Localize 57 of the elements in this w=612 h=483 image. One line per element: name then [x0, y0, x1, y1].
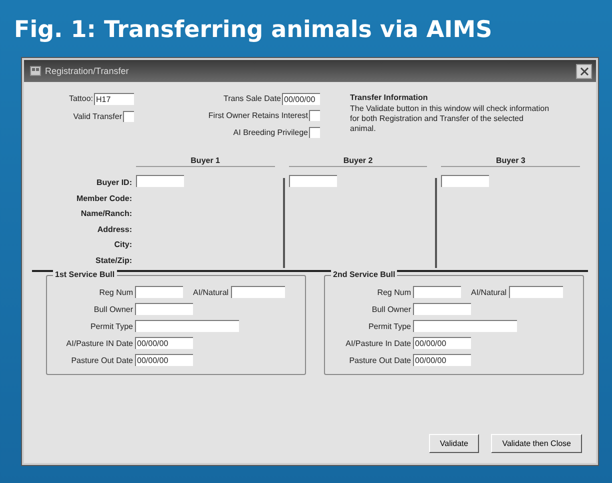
input-field[interactable]: 00/00/00	[413, 354, 471, 366]
input-field[interactable]	[135, 303, 193, 315]
field-label: Bull Owner	[92, 304, 133, 314]
field-label: Buyer ID:	[96, 177, 132, 188]
field-label: Permit Type	[367, 322, 411, 330]
field-label: Address:	[97, 224, 132, 235]
checkbox[interactable]	[123, 111, 134, 122]
input-field[interactable]	[413, 320, 517, 332]
input-field[interactable]	[230, 286, 285, 298]
field-label: Name/Ranch:	[80, 208, 132, 220]
field-label: AI Breeding Privilege	[233, 128, 308, 137]
field-label: Pasture Out Date	[70, 356, 133, 364]
field-label: AI/Natural	[471, 288, 507, 296]
input-field[interactable]: H17	[94, 92, 134, 104]
field-label: Permit Type	[89, 322, 133, 330]
input-field[interactable]	[135, 320, 239, 332]
input-field[interactable]	[135, 286, 183, 298]
field-label: AI/Pasture In Date	[344, 338, 411, 348]
input-field[interactable]	[413, 303, 471, 315]
checkbox[interactable]	[309, 127, 320, 138]
field-label: Pasture Out Date	[348, 356, 411, 364]
close-button[interactable]	[576, 64, 592, 78]
window-title: Registration/Transfer	[45, 66, 130, 76]
checkbox[interactable]	[309, 110, 320, 121]
info-text: The Validate button in this window will check information for both Registration and Transfer of the selected animal.	[350, 104, 550, 134]
field-label: AI/Pasture IN Date	[65, 338, 133, 348]
group-title: 1st Service Bull	[53, 270, 117, 279]
close-icon	[580, 66, 588, 76]
field-label: First Owner Retains Interest	[208, 111, 308, 120]
section-heading: Transfer Information	[350, 93, 429, 102]
field-label: AI/Natural	[193, 288, 229, 296]
column-heading: Buyer 2	[288, 156, 428, 167]
column-heading: Buyer 3	[441, 156, 580, 167]
input-field[interactable]: 00/00/00	[282, 92, 320, 104]
field-label: Trans Sale Date	[223, 94, 281, 103]
field-label: Reg Num	[98, 288, 133, 296]
input-field[interactable]	[136, 175, 184, 187]
figure-title: Fig. 1: Transferring animals via AIMS	[14, 16, 492, 44]
field-label: Bull Owner	[370, 304, 411, 314]
dialog-button[interactable]: Validate then Close	[491, 434, 582, 453]
input-field[interactable]	[413, 286, 461, 298]
dialog-button[interactable]: Validate	[428, 434, 480, 453]
input-field[interactable]	[441, 175, 490, 187]
app-icon	[30, 66, 41, 76]
field-label: Member Code:	[76, 192, 132, 204]
input-field[interactable]	[288, 175, 337, 187]
column-heading: Buyer 1	[136, 156, 275, 167]
field-label: Valid Transfer	[73, 112, 122, 121]
input-field[interactable]: 00/00/00	[135, 337, 193, 349]
group-title: 2nd Service Bull	[331, 270, 398, 279]
field-label: Reg Num	[376, 288, 411, 296]
field-label: State/Zip:	[96, 254, 132, 266]
input-field[interactable]	[508, 286, 563, 298]
field-label: City:	[114, 239, 132, 250]
input-field[interactable]: 00/00/00	[135, 354, 193, 366]
input-field[interactable]: 00/00/00	[413, 337, 471, 349]
field-label: Tattoo:	[68, 94, 93, 103]
